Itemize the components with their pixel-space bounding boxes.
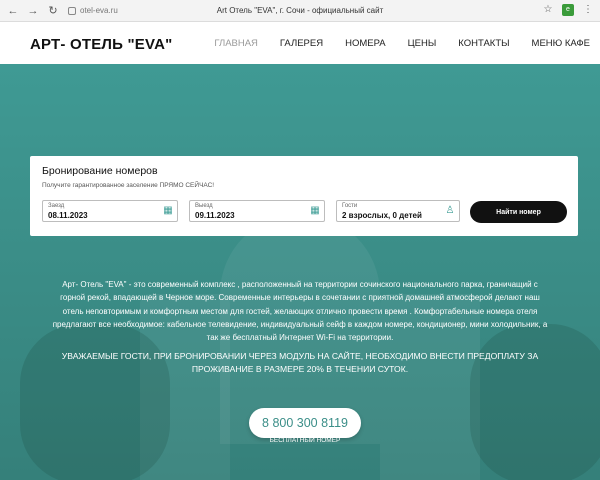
calendar-icon[interactable]: ▦ (310, 206, 320, 216)
address-text: otel-eva.ru (80, 6, 118, 15)
reload-icon[interactable]: ↻ (46, 4, 60, 18)
checkout-date-field[interactable]: Выезд 09.11.2023 ▦ (189, 200, 325, 222)
phone-caption: БЕСПЛАТНЫЙ НОМЕР (269, 437, 341, 444)
main-nav: ГЛАВНАЯ ГАЛЕРЕЯ НОМЕРА ЦЕНЫ КОНТАКТЫ МЕН… (192, 38, 590, 49)
checkin-value: 08.11.2023 (48, 211, 88, 220)
hero-background-tree-left (20, 324, 170, 480)
hero-background-tree-right (470, 324, 600, 480)
address-bar[interactable]: otel-eva.ru (68, 6, 118, 15)
calendar-icon[interactable]: ▦ (163, 206, 173, 216)
browser-toolbar: ← → ↻ otel-eva.ru Art Отель "EVA", г. Со… (0, 0, 600, 22)
lock-icon (68, 6, 76, 15)
booking-title: Бронирование номеров (42, 165, 158, 177)
site-logo[interactable]: АРТ- ОТЕЛЬ "EVA" (30, 36, 172, 53)
forward-arrow-icon[interactable]: → (26, 4, 40, 18)
guests-field[interactable]: Гости 2 взрослых, 0 детей ♙ (336, 200, 460, 222)
hotel-description: Арт- Отель "EVA" - это современный компл… (52, 280, 548, 343)
nav-item-rooms[interactable]: НОМЕРА (345, 38, 386, 49)
nav-item-prices[interactable]: ЦЕНЫ (408, 38, 437, 49)
nav-item-contacts[interactable]: КОНТАКТЫ (458, 38, 509, 49)
person-icon[interactable]: ♙ (445, 206, 455, 216)
guests-label: Гости (342, 203, 358, 209)
checkout-label: Выезд (195, 203, 213, 209)
back-arrow-icon[interactable]: ← (6, 4, 20, 18)
booking-subtitle: Получите гарантированное заселение ПРЯМО… (42, 182, 215, 189)
nav-item-cafe-menu[interactable]: МЕНЮ КАФЕ (532, 38, 590, 49)
phone-button[interactable]: 8 800 300 8119 (249, 408, 361, 438)
prepayment-notice: УВАЖАЕМЫЕ ГОСТИ, ПРИ БРОНИРОВАНИИ ЧЕРЕЗ … (61, 351, 539, 375)
booking-panel: Бронирование номеров Получите гарантиров… (30, 156, 578, 236)
checkin-date-field[interactable]: Заезд 08.11.2023 ▦ (42, 200, 178, 222)
menu-icon[interactable]: ⋮ (582, 4, 594, 16)
site-header: АРТ- ОТЕЛЬ "EVA" ГЛАВНАЯ ГАЛЕРЕЯ НОМЕРА … (0, 22, 600, 64)
checkin-label: Заезд (48, 203, 65, 209)
nav-item-gallery[interactable]: ГАЛЕРЕЯ (280, 38, 323, 49)
checkout-value: 09.11.2023 (195, 211, 235, 220)
find-room-button[interactable]: Найти номер (470, 201, 567, 223)
nav-item-home[interactable]: ГЛАВНАЯ (214, 38, 258, 49)
bookmark-icon[interactable]: ☆ (542, 4, 554, 16)
guests-value: 2 взрослых, 0 детей (342, 211, 422, 220)
extension-icon[interactable]: e (562, 4, 574, 16)
